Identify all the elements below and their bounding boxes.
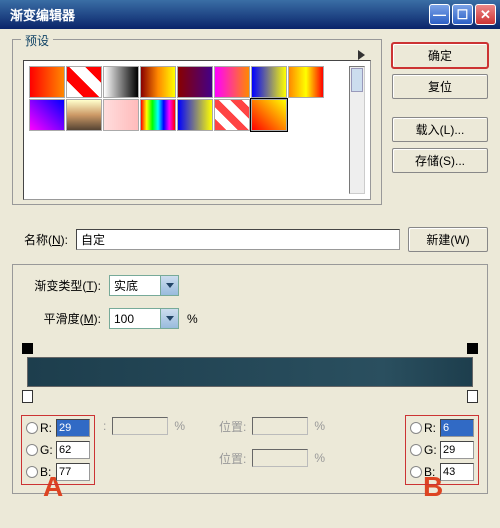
window-controls: — ☐ ✕	[429, 4, 496, 25]
ok-button[interactable]: 确定	[392, 43, 488, 68]
swatch[interactable]	[103, 99, 139, 131]
radio-b-right[interactable]	[410, 466, 422, 478]
chevron-right-icon[interactable]	[160, 309, 178, 328]
rgb-right-group: R: G: B:	[405, 415, 479, 485]
button-column: 确定 复位 载入(L)... 存储(S)...	[392, 39, 488, 215]
window-title: 渐变编辑器	[4, 5, 429, 24]
name-label: 名称(N):	[12, 231, 68, 248]
swatch-grid	[29, 66, 324, 194]
smooth-label: 平滑度(M):	[21, 310, 101, 327]
presets-legend: 预设	[21, 32, 53, 49]
swatch[interactable]	[29, 66, 65, 98]
b-right-input[interactable]	[440, 463, 474, 481]
swatch[interactable]	[140, 66, 176, 98]
g-left-input[interactable]	[56, 441, 90, 459]
radio-b-left[interactable]	[26, 466, 38, 478]
swatch[interactable]	[251, 99, 287, 131]
gradient-bar[interactable]	[27, 357, 473, 387]
presets-group: 预设	[12, 39, 382, 205]
opacity-stop-left[interactable]	[22, 343, 33, 354]
gradient-editor	[27, 343, 473, 407]
gradient-settings: 渐变类型(T): 实底 平滑度(M): 100 %	[12, 264, 488, 494]
swatch[interactable]	[288, 66, 324, 98]
load-button[interactable]: 载入(L)...	[392, 117, 488, 142]
rgb-left-group: R: G: B:	[21, 415, 95, 485]
scrollbar[interactable]	[349, 66, 365, 194]
titlebar: 渐变编辑器 — ☐ ✕	[0, 0, 500, 29]
smooth-input[interactable]: 100	[109, 308, 179, 329]
save-button[interactable]: 存储(S)...	[392, 148, 488, 173]
gradtype-label: 渐变类型(T):	[21, 277, 101, 294]
scroll-thumb[interactable]	[351, 68, 363, 92]
chevron-down-icon[interactable]	[160, 276, 178, 295]
presets-menu-icon[interactable]	[358, 50, 365, 60]
reset-button[interactable]: 复位	[392, 74, 488, 99]
radio-r-right[interactable]	[410, 422, 422, 434]
swatch[interactable]	[66, 66, 102, 98]
r-left-input[interactable]	[56, 419, 90, 437]
radio-g-right[interactable]	[410, 444, 422, 456]
radio-g-left[interactable]	[26, 444, 38, 456]
maximize-button[interactable]: ☐	[452, 4, 473, 25]
gradtype-value: 实底	[114, 277, 138, 294]
swatch[interactable]	[103, 66, 139, 98]
swatch[interactable]	[140, 99, 176, 131]
color-stop-right[interactable]	[467, 390, 478, 403]
close-button[interactable]: ✕	[475, 4, 496, 25]
presets-box	[23, 60, 371, 200]
swatch[interactable]	[251, 66, 287, 98]
color-stop-left[interactable]	[22, 390, 33, 403]
smooth-value: 100	[114, 312, 134, 326]
opacity-stop-right[interactable]	[467, 343, 478, 354]
disabled-row-2: :% 位置:%	[103, 449, 397, 467]
r-right-input[interactable]	[440, 419, 474, 437]
minimize-button[interactable]: —	[429, 4, 450, 25]
opacity-stops	[27, 343, 473, 357]
name-input[interactable]	[76, 229, 400, 250]
swatch[interactable]	[177, 66, 213, 98]
swatch[interactable]	[214, 66, 250, 98]
new-button[interactable]: 新建(W)	[408, 227, 488, 252]
percent-label: %	[187, 312, 198, 326]
swatch[interactable]	[66, 99, 102, 131]
b-left-input[interactable]	[56, 463, 90, 481]
radio-r-left[interactable]	[26, 422, 38, 434]
swatch[interactable]	[177, 99, 213, 131]
gradtype-select[interactable]: 实底	[109, 275, 179, 296]
disabled-row-1: :% 位置:%	[103, 417, 397, 435]
color-stops	[27, 387, 473, 407]
swatch[interactable]	[214, 99, 250, 131]
g-right-input[interactable]	[440, 441, 474, 459]
swatch[interactable]	[29, 99, 65, 131]
